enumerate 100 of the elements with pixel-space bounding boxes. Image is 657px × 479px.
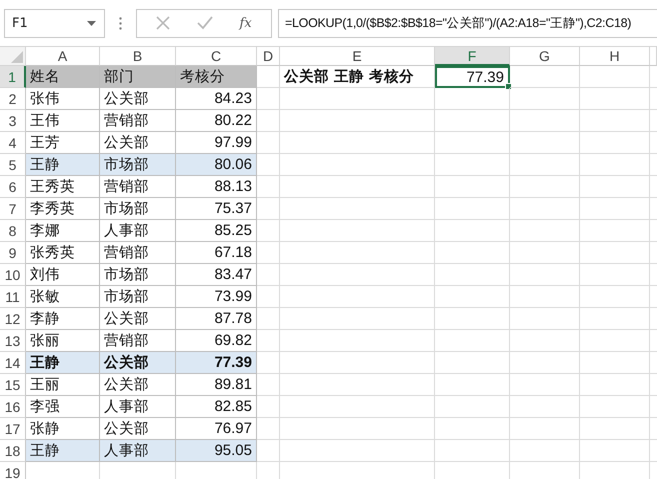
empty-cell[interactable] (280, 418, 435, 440)
row-header[interactable]: 4 (0, 132, 26, 154)
empty-cell[interactable] (280, 440, 435, 462)
empty-cell[interactable] (510, 286, 580, 308)
empty-cell[interactable] (435, 286, 510, 308)
empty-cell[interactable] (510, 176, 580, 198)
empty-cell[interactable] (580, 220, 650, 242)
empty-cell[interactable] (280, 88, 435, 110)
empty-cell[interactable] (580, 242, 650, 264)
empty-cell[interactable] (580, 352, 650, 374)
insert-function-button[interactable]: fx (240, 16, 252, 30)
empty-cell[interactable] (257, 308, 280, 330)
empty-cell[interactable] (435, 88, 510, 110)
empty-cell[interactable] (280, 308, 435, 330)
empty-cell[interactable] (280, 264, 435, 286)
empty-cell[interactable] (510, 352, 580, 374)
row-header[interactable]: 8 (0, 220, 26, 242)
empty-cell[interactable] (435, 264, 510, 286)
empty-cell[interactable] (580, 264, 650, 286)
empty-cell[interactable] (580, 198, 650, 220)
column-header[interactable]: G (510, 47, 580, 66)
empty-cell[interactable] (257, 198, 280, 220)
empty-cell[interactable] (580, 132, 650, 154)
column-header[interactable]: B (100, 47, 176, 66)
row-header[interactable]: 13 (0, 330, 26, 352)
empty-cell[interactable] (580, 286, 650, 308)
select-all-icon[interactable] (11, 51, 23, 63)
empty-cell[interactable] (510, 242, 580, 264)
empty-cell[interactable] (280, 154, 435, 176)
empty-cell[interactable] (510, 440, 580, 462)
empty-cell[interactable] (435, 198, 510, 220)
empty-cell[interactable] (580, 110, 650, 132)
empty-cell[interactable] (580, 374, 650, 396)
empty-cell[interactable] (257, 88, 280, 110)
empty-cell[interactable] (510, 154, 580, 176)
empty-cell[interactable] (257, 374, 280, 396)
empty-cell[interactable] (280, 330, 435, 352)
empty-cell[interactable] (510, 66, 580, 88)
empty-cell[interactable] (510, 110, 580, 132)
empty-cell[interactable] (435, 440, 510, 462)
empty-cell[interactable] (510, 418, 580, 440)
empty-cell[interactable] (280, 176, 435, 198)
empty-cell[interactable] (510, 330, 580, 352)
empty-cell[interactable] (257, 330, 280, 352)
empty-cell[interactable] (435, 242, 510, 264)
empty-cell[interactable] (280, 374, 435, 396)
column-header[interactable]: H (580, 47, 650, 66)
empty-cell[interactable] (257, 418, 280, 440)
row-header[interactable]: 10 (0, 264, 26, 286)
empty-cell[interactable] (580, 440, 650, 462)
empty-cell[interactable] (280, 132, 435, 154)
empty-cell[interactable] (580, 330, 650, 352)
empty-cell[interactable] (257, 242, 280, 264)
empty-cell[interactable] (435, 176, 510, 198)
empty-cell[interactable] (510, 198, 580, 220)
empty-cell[interactable] (435, 418, 510, 440)
row-header[interactable]: 6 (0, 176, 26, 198)
empty-cell[interactable] (510, 308, 580, 330)
row-header[interactable]: 5 (0, 154, 26, 176)
empty-cell[interactable] (510, 264, 580, 286)
row-header[interactable]: 9 (0, 242, 26, 264)
empty-cell[interactable] (257, 286, 280, 308)
row-header[interactable]: 17 (0, 418, 26, 440)
row-header[interactable]: 7 (0, 198, 26, 220)
empty-cell[interactable] (435, 110, 510, 132)
empty-cell[interactable] (435, 374, 510, 396)
empty-cell[interactable] (280, 242, 435, 264)
empty-cell[interactable] (257, 264, 280, 286)
empty-cell[interactable] (580, 66, 650, 88)
row-header[interactable]: 15 (0, 374, 26, 396)
empty-cell[interactable] (257, 396, 280, 418)
row-header[interactable]: 14 (0, 352, 26, 374)
column-header[interactable]: D (257, 47, 280, 66)
empty-cell[interactable] (280, 110, 435, 132)
empty-cell[interactable] (280, 220, 435, 242)
row-header[interactable]: 12 (0, 308, 26, 330)
empty-cell[interactable] (435, 330, 510, 352)
empty-cell[interactable] (435, 220, 510, 242)
name-box[interactable]: F1 (4, 8, 105, 38)
column-header[interactable]: F (435, 47, 510, 66)
empty-cell[interactable] (580, 418, 650, 440)
empty-cell[interactable] (510, 88, 580, 110)
row-header[interactable]: 16 (0, 396, 26, 418)
row-header[interactable]: 3 (0, 110, 26, 132)
empty-cell[interactable] (510, 396, 580, 418)
empty-cell[interactable] (510, 132, 580, 154)
cancel-icon[interactable] (156, 16, 170, 30)
empty-cell[interactable] (580, 396, 650, 418)
empty-cell[interactable] (280, 198, 435, 220)
empty-cell[interactable] (280, 396, 435, 418)
empty-cell[interactable] (580, 88, 650, 110)
table-cell[interactable]: 77.39 (435, 66, 510, 88)
empty-cell[interactable] (280, 286, 435, 308)
empty-cell[interactable] (257, 132, 280, 154)
empty-cell[interactable] (510, 374, 580, 396)
empty-cell[interactable] (580, 176, 650, 198)
empty-cell[interactable] (435, 352, 510, 374)
row-header[interactable]: 11 (0, 286, 26, 308)
empty-cell[interactable] (435, 154, 510, 176)
empty-cell[interactable] (580, 154, 650, 176)
